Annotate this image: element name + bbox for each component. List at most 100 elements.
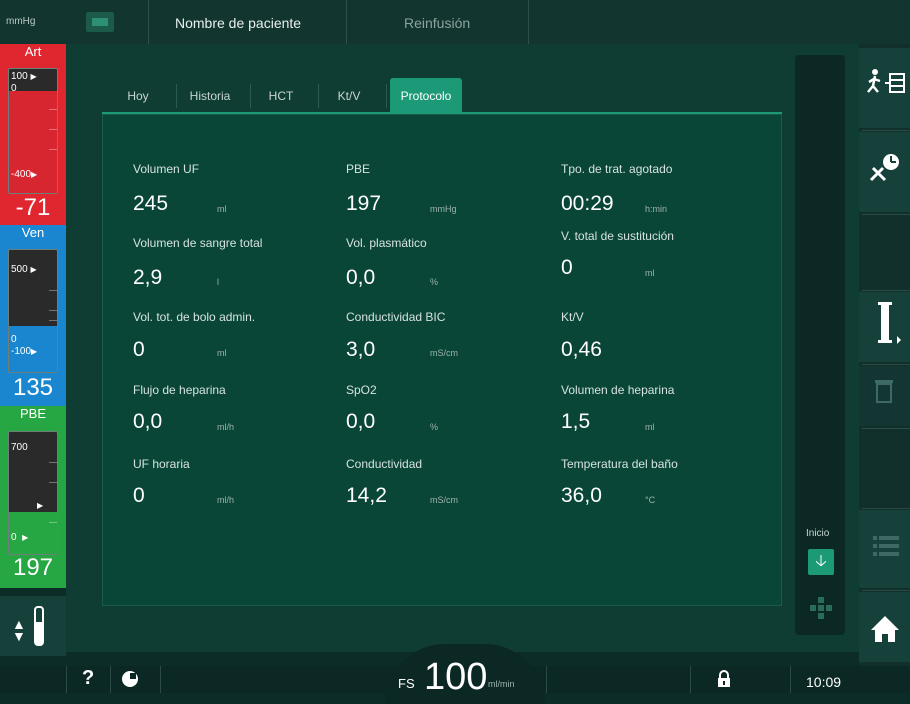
param-unit: l [217, 277, 219, 287]
param-label: Flujo de heparina [133, 383, 226, 397]
tab-hct[interactable]: HCT [256, 78, 306, 112]
ven-pressure-header: Ven [0, 225, 66, 243]
clock-time: 10:09 [806, 674, 842, 690]
top-divider [528, 0, 529, 44]
param-unit: % [430, 277, 439, 287]
ven-pressure-gauge[interactable]: 500 ▶ 0 -100▶ [8, 249, 58, 373]
clock-icon[interactable] [122, 671, 138, 687]
chamber-level-icon [34, 606, 44, 646]
tab-ktv[interactable]: Kt/V [324, 78, 374, 112]
bottom-bar-left [0, 666, 66, 693]
param-value: 36,0 [561, 484, 602, 507]
patient-name[interactable]: Nombre de paciente [175, 15, 301, 31]
art-zero-mark: 0 [11, 83, 17, 94]
art-pressure-value: -71 [15, 194, 51, 221]
pbe-pressure-header: PBE [0, 406, 66, 424]
art-pressure-gauge[interactable]: 100 ▶ 0 -400▶ [8, 68, 58, 194]
param-label: Volumen UF [133, 162, 200, 176]
art-lower-limit: -400▶ [11, 169, 38, 180]
ven-pressure-value: 135 [12, 374, 54, 401]
param-value: 0,46 [561, 338, 602, 361]
fs-label: FS [398, 676, 415, 691]
tab-historia[interactable]: Historia [178, 78, 242, 112]
pbe-upper-limit: 700 [11, 442, 28, 453]
down-arrow-icon: ▼ [12, 628, 26, 644]
ven-upper-limit: 500 ▶ [11, 264, 37, 275]
pressure-column: Art 100 ▶ 0 -400▶ -71 Ven 500 ▶ 0 -100▶ … [0, 44, 66, 693]
ven-lower-limit: -100▶ [11, 346, 38, 357]
param-value: 00:29 [561, 192, 614, 215]
bag-button[interactable] [859, 366, 910, 426]
param-unit: ml [217, 348, 227, 358]
param-value: 0 [133, 484, 145, 507]
tab-hoy[interactable]: Hoy [118, 78, 158, 112]
patient-card-icon[interactable] [86, 12, 114, 32]
param-label: Kt/V [561, 310, 584, 324]
therapy-phase: Reinfusión [404, 15, 471, 31]
scroll-start-button[interactable]: 🡣 [808, 549, 834, 575]
param-unit: ml [645, 268, 655, 278]
pbe-upper-marker: ▶ [37, 501, 44, 510]
param-unit: ml/h [217, 495, 235, 505]
param-unit: ml [645, 422, 655, 432]
pbe-lower-limit: 0 ▶ [11, 532, 29, 543]
param-label: Vol. plasmático [346, 236, 427, 250]
param-value: 245 [133, 192, 169, 215]
param-label: Temperatura del baño [561, 457, 678, 471]
scroll-strip[interactable] [795, 55, 845, 635]
param-label: Conductividad [346, 457, 423, 471]
art-pressure-header: Art [0, 44, 66, 62]
bottom-bar-right [859, 666, 910, 693]
ven-zero-mark: 0 [11, 334, 17, 345]
param-label: Volumen de heparina [561, 383, 675, 397]
level-control[interactable]: ▲ ▼ [0, 596, 66, 656]
tools-button[interactable] [859, 132, 910, 212]
pressure-unit-label: mmHg [6, 16, 36, 27]
param-label: Volumen de sangre total [133, 236, 263, 250]
bag-icon [875, 380, 893, 403]
walking-person-icon [867, 69, 905, 93]
patient-connect-button[interactable] [859, 48, 910, 128]
param-value: 0,0 [346, 410, 376, 433]
list-icon [873, 536, 899, 556]
lock-icon[interactable] [717, 670, 731, 688]
home-button[interactable] [859, 592, 910, 662]
top-divider [346, 0, 347, 44]
param-unit: ml [217, 204, 227, 214]
start-label: Inicio [806, 528, 830, 539]
param-unit: mS/cm [430, 495, 458, 505]
param-label: SpO2 [346, 383, 377, 397]
blood-flow-unit: ml/min [488, 679, 515, 689]
param-value: 2,9 [133, 266, 163, 289]
param-unit: % [430, 422, 439, 432]
param-value: 0,0 [346, 266, 376, 289]
tab-protocolo[interactable]: Protocolo [390, 78, 462, 112]
home-icon [871, 616, 899, 642]
param-label: PBE [346, 162, 371, 176]
param-value: 0 [133, 338, 145, 361]
pbe-pressure-gauge[interactable]: 700 ▶ 0 ▶ [8, 431, 58, 555]
param-label: V. total de sustitución [561, 229, 674, 243]
protocol-panel [102, 114, 782, 606]
top-divider [148, 0, 149, 44]
param-label: UF horaria [133, 457, 190, 471]
param-value: 3,0 [346, 338, 376, 361]
grid-icon[interactable] [810, 597, 834, 621]
down-arrow-icon: 🡣 [815, 553, 827, 570]
list-menu-button[interactable] [859, 510, 910, 588]
syringe-button[interactable] [859, 292, 910, 362]
param-unit: h:min [645, 204, 668, 214]
param-unit: °C [645, 495, 656, 505]
param-value: 1,5 [561, 410, 591, 433]
param-unit: mS/cm [430, 348, 458, 358]
pbe-pressure-value: 197 [12, 554, 54, 581]
param-value: 0 [561, 256, 573, 279]
syringe-icon [878, 302, 901, 344]
top-bar: mmHg Nombre de paciente Reinfusión [0, 0, 910, 44]
help-icon[interactable]: ? [82, 667, 94, 690]
param-label: Tpo. de trat. agotado [561, 162, 673, 176]
tools-clock-icon [869, 154, 899, 182]
param-label: Vol. tot. de bolo admin. [133, 310, 256, 324]
param-label: Conductividad BIC [346, 310, 446, 324]
param-value: 0,0 [133, 410, 163, 433]
